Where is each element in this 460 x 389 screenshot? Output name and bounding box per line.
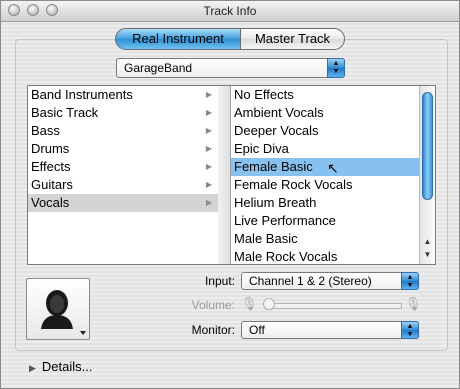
chevron-right-icon: ▶ bbox=[205, 90, 212, 99]
preset-item[interactable]: Ambient Vocals bbox=[231, 104, 419, 122]
chevron-right-icon: ▶ bbox=[205, 180, 212, 189]
category-item[interactable]: Vocals ▶ bbox=[28, 194, 218, 212]
popup-arrows-icon: ▲ ▼ bbox=[401, 321, 419, 339]
volume-low-icon: 🎙 bbox=[241, 296, 258, 311]
details-disclosure[interactable]: ▶ Details... bbox=[29, 359, 93, 374]
volume-high-icon: 🎙 bbox=[405, 296, 422, 311]
monitor-popup-value: Off bbox=[249, 323, 265, 337]
category-item[interactable]: Guitars ▶ bbox=[28, 176, 218, 194]
tab-real-instrument[interactable]: Real Instrument bbox=[115, 28, 241, 50]
scrollbar-thumb[interactable] bbox=[422, 92, 433, 200]
track-info-window: Track Info Real Instrument Master Track … bbox=[0, 0, 460, 389]
preset-label: Male Basic bbox=[234, 231, 298, 246]
chevron-right-icon: ▶ bbox=[205, 108, 212, 117]
chevron-right-icon: ▶ bbox=[205, 144, 212, 153]
popup-arrows-icon: ▲ ▼ bbox=[327, 58, 345, 78]
preset-label: No Effects bbox=[234, 87, 294, 102]
chevron-right-icon: ▶ bbox=[205, 126, 212, 135]
preset-label: Helium Breath bbox=[234, 195, 317, 210]
preset-item[interactable]: Male Basic bbox=[231, 230, 419, 248]
library-popup-value: GarageBand bbox=[124, 61, 193, 75]
preset-label: Deeper Vocals bbox=[234, 123, 319, 138]
volume-slider-knob[interactable] bbox=[263, 298, 275, 310]
popup-arrows-icon: ▲ ▼ bbox=[401, 272, 419, 290]
category-label: Vocals bbox=[31, 195, 70, 210]
title-bar[interactable]: Track Info bbox=[1, 1, 459, 22]
window-title: Track Info bbox=[203, 4, 257, 18]
preset-list: No Effects Ambient Vocals Deeper Vocals Epi… bbox=[231, 86, 419, 264]
preset-label: Female Basic bbox=[234, 159, 313, 174]
scroll-up-arrow-icon[interactable]: ▲ bbox=[420, 237, 435, 249]
preset-label: Epic Diva bbox=[234, 141, 289, 156]
library-popup[interactable]: GarageBand ▲ ▼ bbox=[116, 58, 345, 78]
category-item[interactable]: Drums ▶ bbox=[28, 140, 218, 158]
column-divider[interactable] bbox=[218, 86, 231, 264]
preset-item[interactable]: No Effects bbox=[231, 86, 419, 104]
preset-label: Live Performance bbox=[234, 213, 336, 228]
tab-master-track[interactable]: Master Track bbox=[240, 28, 345, 50]
instrument-browser: Band Instruments ▶ Basic Track ▶ Bass ▶ Drums ▶… bbox=[27, 85, 436, 265]
preset-item[interactable]: Female Rock Vocals bbox=[231, 176, 419, 194]
input-popup[interactable]: Channel 1 & 2 (Stereo) ▲ ▼ bbox=[241, 272, 419, 290]
monitor-popup[interactable]: Off ▲ ▼ bbox=[241, 321, 419, 339]
input-label: Input: bbox=[204, 274, 235, 288]
preset-item[interactable]: Helium Breath bbox=[231, 194, 419, 212]
disclosure-triangle-icon[interactable]: ▶ bbox=[29, 363, 36, 373]
input-popup-value: Channel 1 & 2 (Stereo) bbox=[249, 274, 372, 288]
monitor-label: Monitor: bbox=[191, 323, 235, 337]
chevron-right-icon: ▶ bbox=[205, 162, 212, 171]
preset-item[interactable]: Deeper Vocals bbox=[231, 122, 419, 140]
preset-scrollbar[interactable]: ▲ ▼ bbox=[419, 86, 435, 264]
category-label: Effects bbox=[31, 159, 71, 174]
scroll-down-arrow-icon[interactable]: ▼ bbox=[420, 250, 435, 262]
category-item[interactable]: Band Instruments ▶ bbox=[28, 86, 218, 104]
category-item[interactable]: Basic Track ▶ bbox=[28, 104, 218, 122]
preset-item[interactable]: Male Rock Vocals bbox=[231, 248, 419, 266]
preset-label: Male Rock Vocals bbox=[234, 249, 338, 264]
volume-slider-track[interactable] bbox=[264, 303, 402, 309]
volume-label: Volume: bbox=[191, 298, 235, 312]
preset-item[interactable]: Epic Diva bbox=[231, 140, 419, 158]
preset-item[interactable]: Female Basic ↖ bbox=[231, 158, 419, 176]
category-label: Basic Track bbox=[31, 105, 99, 120]
preset-label: Female Rock Vocals bbox=[234, 177, 353, 192]
category-label: Guitars bbox=[31, 177, 73, 192]
mouse-cursor-icon: ↖ bbox=[327, 160, 339, 176]
track-icon-button[interactable] bbox=[26, 278, 90, 340]
female-singer-icon bbox=[41, 290, 86, 335]
category-item[interactable]: Bass ▶ bbox=[28, 122, 218, 140]
preset-item[interactable]: Live Performance bbox=[231, 212, 419, 230]
category-list: Band Instruments ▶ Basic Track ▶ Bass ▶ Drums ▶… bbox=[28, 86, 219, 264]
category-item[interactable]: Effects ▶ bbox=[28, 158, 218, 176]
chevron-right-icon: ▶ bbox=[205, 198, 212, 207]
preset-label: Ambient Vocals bbox=[234, 105, 324, 120]
category-label: Band Instruments bbox=[31, 87, 133, 102]
details-label: Details... bbox=[41, 359, 93, 374]
category-label: Bass bbox=[31, 123, 60, 138]
category-label: Drums bbox=[31, 141, 70, 156]
